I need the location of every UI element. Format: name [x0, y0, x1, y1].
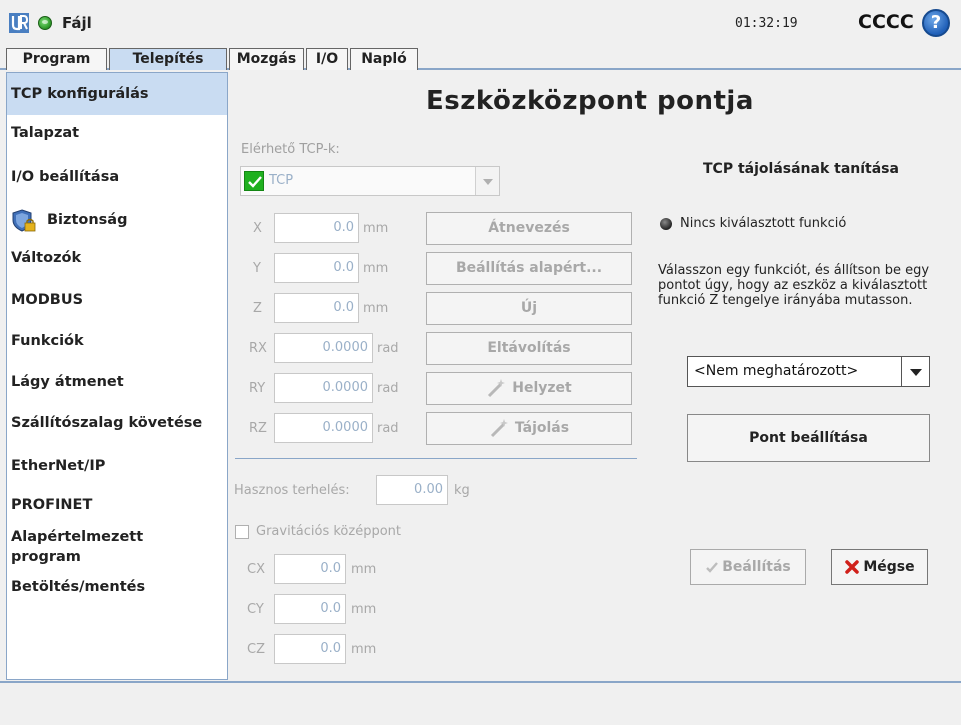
- cx-label: CX: [247, 562, 265, 577]
- sidebar-item-label: Biztonság: [47, 212, 128, 228]
- cy-label: CY: [247, 602, 264, 617]
- file-menu[interactable]: Fájl: [62, 14, 92, 32]
- new-tcp-button[interactable]: Új: [426, 292, 632, 325]
- shield-lock-icon: [12, 209, 36, 232]
- payload-unit: kg: [454, 483, 470, 498]
- tcp-dropdown[interactable]: TCP: [240, 166, 500, 196]
- sidebar-item-conveyor-tracking[interactable]: Szállítószalag követése: [7, 415, 227, 431]
- rz-field[interactable]: 0.0000: [274, 413, 373, 443]
- magic-wand-icon: [488, 379, 506, 398]
- orientation-wizard-button[interactable]: Tájolás: [426, 412, 632, 445]
- rz-label: RZ: [249, 421, 267, 436]
- feature-status-icon: [660, 218, 672, 230]
- rx-label: RX: [249, 341, 267, 356]
- tab-installation[interactable]: Telepítés: [109, 48, 227, 70]
- rename-button[interactable]: Átnevezés: [426, 212, 632, 245]
- remove-button[interactable]: Eltávolítás: [426, 332, 632, 365]
- tab-log[interactable]: Napló: [350, 48, 418, 70]
- rx-field[interactable]: 0.0000: [274, 333, 373, 363]
- x-label: X: [253, 221, 262, 236]
- top-bar: Fájl 01:32:19 CCCC ?: [0, 0, 961, 48]
- ry-field[interactable]: 0.0000: [274, 373, 373, 403]
- main-tabs: Program Telepítés Mozgás I/O Napló: [0, 48, 961, 70]
- tab-move[interactable]: Mozgás: [229, 48, 304, 70]
- teach-description: Válasszon egy funkciót, és állítson be e…: [658, 263, 930, 308]
- checkmark-icon: [244, 171, 264, 191]
- payload-label: Hasznos terhelés:: [234, 483, 350, 498]
- chevron-down-icon[interactable]: [475, 167, 499, 195]
- cz-label: CZ: [247, 642, 265, 657]
- gravity-center-label: Gravitációs középpont: [256, 524, 402, 539]
- magic-wand-icon: [490, 419, 508, 438]
- rz-unit: rad: [377, 421, 399, 436]
- rx-unit: rad: [377, 341, 399, 356]
- bottom-divider: [0, 681, 961, 683]
- z-field[interactable]: 0.0: [274, 293, 359, 323]
- tab-io[interactable]: I/O: [306, 48, 348, 70]
- x-unit: mm: [363, 221, 389, 236]
- checkmark-icon: [706, 562, 719, 573]
- sidebar-item-safety[interactable]: Biztonság: [7, 206, 227, 236]
- sidebar-item-default-program[interactable]: Alapértelmezett program: [7, 527, 177, 567]
- cx-unit: mm: [351, 562, 377, 577]
- chevron-down-icon[interactable]: [901, 357, 929, 386]
- set-default-button[interactable]: Beállítás alapért...: [426, 252, 632, 285]
- sidebar-item-smooth-transition[interactable]: Lágy átmenet: [7, 374, 227, 390]
- cy-field[interactable]: 0.0: [274, 594, 346, 624]
- x-field[interactable]: 0.0: [274, 213, 359, 243]
- sidebar-item-ethernet-ip[interactable]: EtherNet/IP: [7, 458, 227, 474]
- tcp-list-label: Elérhető TCP-k:: [241, 142, 340, 157]
- help-icon[interactable]: ?: [922, 9, 950, 37]
- feature-dropdown[interactable]: <Nem meghatározott>: [687, 356, 930, 387]
- cz-unit: mm: [351, 642, 377, 657]
- robot-name: CCCC: [858, 11, 914, 33]
- tcp-selected-name: TCP: [269, 173, 294, 188]
- cy-unit: mm: [351, 602, 377, 617]
- cancel-button[interactable]: Mégse: [831, 549, 928, 585]
- tab-program[interactable]: Program: [6, 48, 107, 70]
- sidebar-item-features[interactable]: Funkciók: [7, 333, 227, 349]
- z-unit: mm: [363, 301, 389, 316]
- feature-dropdown-value: <Nem meghatározott>: [694, 363, 859, 379]
- gravity-center-checkbox[interactable]: [235, 525, 249, 539]
- z-label: Z: [253, 301, 262, 316]
- sidebar-item-load-save[interactable]: Betöltés/mentés: [7, 579, 227, 595]
- apply-button[interactable]: Beállítás: [690, 549, 806, 585]
- y-field[interactable]: 0.0: [274, 253, 359, 283]
- cz-field[interactable]: 0.0: [274, 634, 346, 664]
- position-wizard-button[interactable]: Helyzet: [426, 372, 632, 405]
- ry-label: RY: [249, 381, 266, 396]
- y-label: Y: [253, 261, 261, 276]
- orientation-button-label: Tájolás: [514, 420, 570, 436]
- teach-orientation-title: TCP tájolásának tanítása: [703, 161, 899, 177]
- no-feature-text: Nincs kiválasztott funkció: [680, 216, 847, 231]
- ur-logo-icon: [9, 13, 29, 33]
- page-title: Eszközközpont pontja: [426, 86, 754, 116]
- tcp-config-panel: Eszközközpont pontja Elérhető TCP-k: TCP…: [228, 72, 961, 680]
- close-icon: [845, 560, 860, 574]
- sidebar-item-profinet[interactable]: PROFINET: [7, 497, 227, 513]
- payload-field[interactable]: 0.00: [376, 475, 448, 505]
- robot-status-icon[interactable]: [38, 16, 52, 30]
- y-unit: mm: [363, 261, 389, 276]
- section-divider: [235, 458, 637, 459]
- app-window: Fájl 01:32:19 CCCC ? Program Telepítés M…: [0, 0, 961, 725]
- apply-label: Beállítás: [722, 559, 791, 575]
- position-button-label: Helyzet: [512, 380, 572, 396]
- cancel-label: Mégse: [863, 559, 915, 575]
- sidebar-item-mounting[interactable]: Talapzat: [7, 125, 227, 141]
- installation-sidebar: TCP konfigurálás Talapzat I/O beállítása…: [6, 72, 228, 680]
- cx-field[interactable]: 0.0: [274, 554, 346, 584]
- sidebar-item-variables[interactable]: Változók: [7, 250, 227, 266]
- clock: 01:32:19: [735, 16, 798, 31]
- ry-unit: rad: [377, 381, 399, 396]
- sidebar-item-tcp[interactable]: TCP konfigurálás: [7, 73, 227, 115]
- sidebar-item-modbus[interactable]: MODBUS: [7, 292, 227, 308]
- sidebar-item-io-setup[interactable]: I/O beállítása: [7, 169, 227, 185]
- set-point-button[interactable]: Pont beállítása: [687, 414, 930, 462]
